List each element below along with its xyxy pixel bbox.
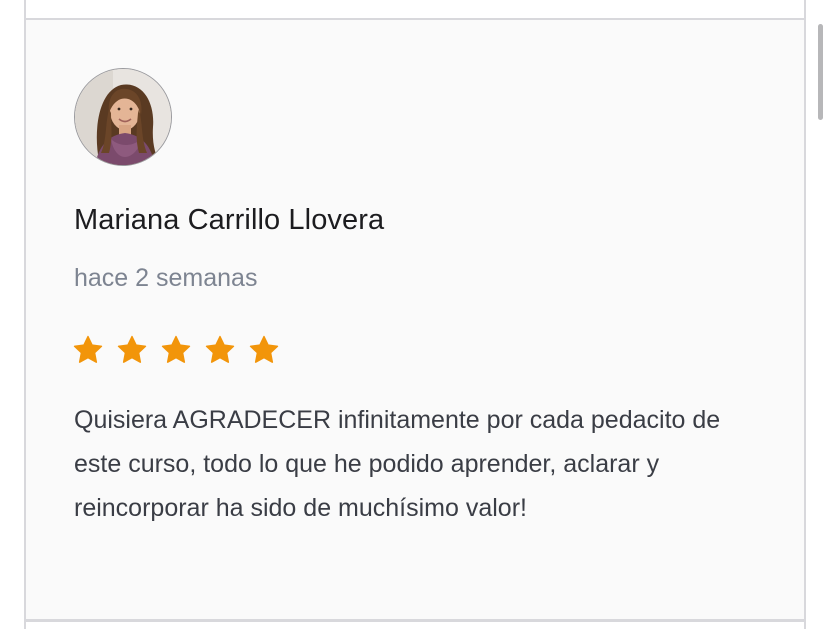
review-card: Mariana Carrillo Llovera hace 2 semanas … — [24, 18, 806, 621]
star-rating — [72, 334, 280, 366]
reviewer-avatar — [74, 68, 172, 166]
star-icon — [204, 334, 236, 366]
previous-review-card — [24, 0, 806, 20]
reviewer-name: Mariana Carrillo Llovera — [74, 204, 385, 236]
scrollbar-thumb[interactable] — [818, 24, 823, 120]
next-review-card — [24, 620, 806, 629]
star-icon — [248, 334, 280, 366]
star-icon — [116, 334, 148, 366]
star-icon — [160, 334, 192, 366]
scrollbar[interactable] — [816, 0, 828, 629]
reviews-list: Mariana Carrillo Llovera hace 2 semanas … — [0, 0, 828, 629]
star-icon — [72, 334, 104, 366]
review-text: Quisiera AGRADECER infinitamente por cad… — [74, 406, 721, 522]
review-date: hace 2 semanas — [74, 264, 258, 292]
